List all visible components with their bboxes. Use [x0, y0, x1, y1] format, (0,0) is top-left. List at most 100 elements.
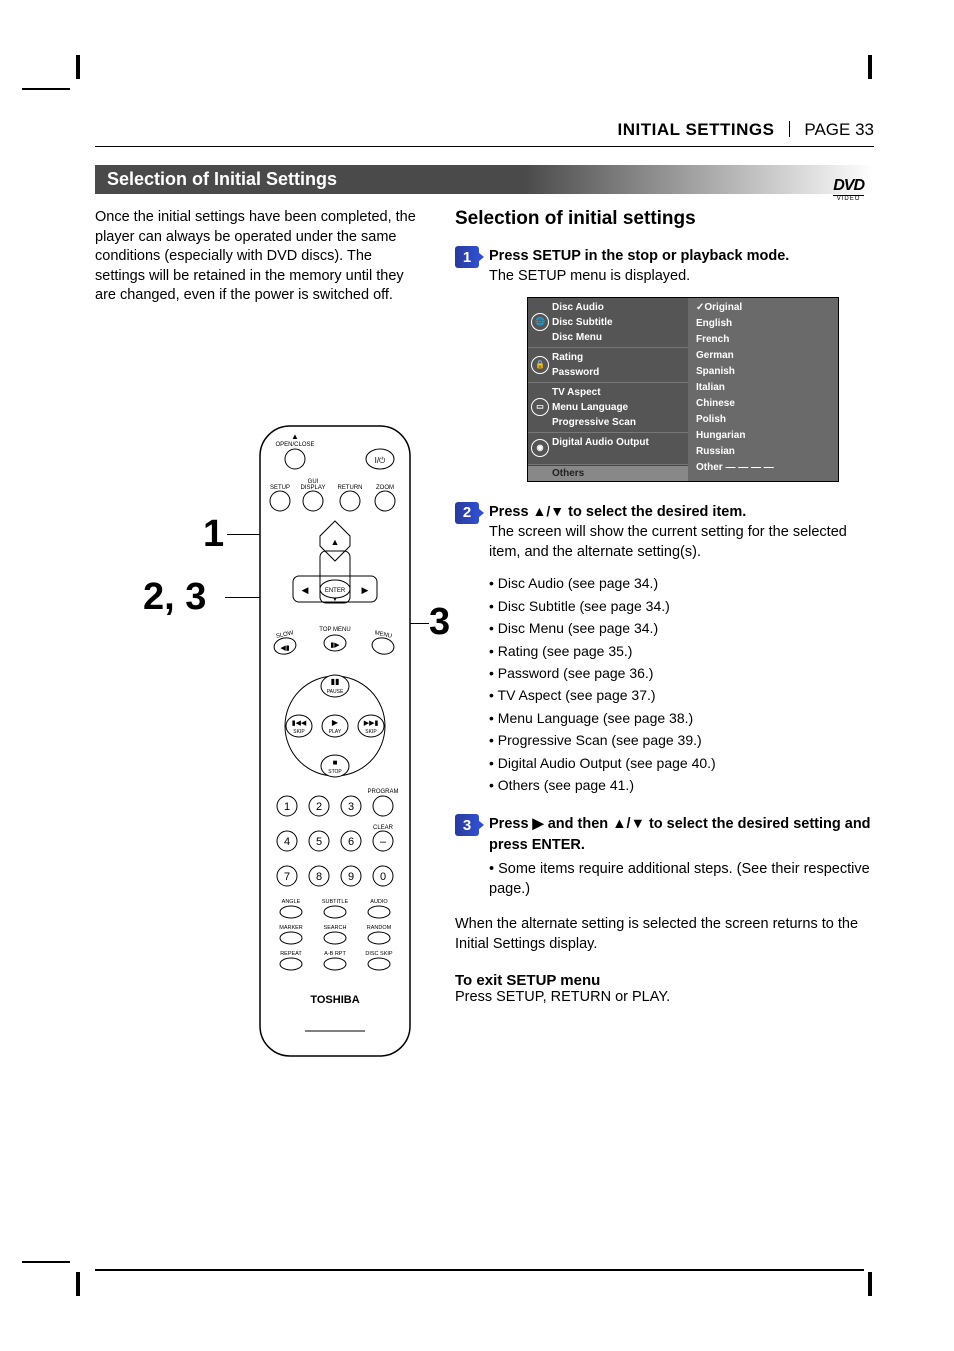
menu-option: ✓Original — [696, 300, 838, 316]
svg-text:–: – — [380, 836, 387, 848]
menu-option: English — [696, 316, 838, 332]
menu-option: Spanish — [696, 364, 838, 380]
crop-mark — [76, 55, 80, 79]
list-item: Password (see page 36.) — [489, 662, 874, 684]
svg-text:ZOOM: ZOOM — [376, 485, 394, 491]
menu-option: Other — — — — — [696, 460, 838, 476]
menu-option: German — [696, 348, 838, 364]
tv-icon: ▭ — [531, 398, 549, 416]
menu-item: Digital Audio Output — [552, 435, 688, 450]
svg-text:I/⏻: I/⏻ — [375, 456, 386, 465]
list-item: Progressive Scan (see page 39.) — [489, 729, 874, 751]
setup-menu-left-column: 🌐 Disc Audio Disc Subtitle Disc Menu 🔒 R… — [528, 298, 688, 481]
step-badge-2: 2 — [455, 502, 479, 524]
svg-text:▶▶▮: ▶▶▮ — [364, 720, 379, 727]
disc-icon: ◉ — [531, 439, 549, 457]
list-item: TV Aspect (see page 37.) — [489, 684, 874, 706]
crop-mark — [868, 1272, 872, 1296]
menu-option: Italian — [696, 380, 838, 396]
crop-mark — [76, 1272, 80, 1296]
svg-text:PAUSE: PAUSE — [327, 689, 344, 695]
svg-text:1: 1 — [284, 801, 290, 813]
step-2-headline-post: to select the desired item. — [564, 504, 746, 520]
list-item: Disc Audio (see page 34.) — [489, 572, 874, 594]
globe-icon: 🌐 — [531, 313, 549, 331]
menu-item: Progressive Scan — [552, 415, 688, 430]
menu-option: Russian — [696, 444, 838, 460]
dvd-video-logo: DVD VIDEO — [833, 178, 864, 202]
remote-control-figure: 1 2, 3 3 OPEN/CLOSE ▲ I/⏻ SETU — [95, 421, 425, 1061]
menu-item: TV Aspect — [552, 385, 688, 400]
svg-text:RANDOM: RANDOM — [367, 925, 392, 931]
remote-brand: TOSHIBA — [310, 994, 359, 1006]
menu-item: Rating — [552, 350, 688, 365]
svg-text:3: 3 — [348, 801, 354, 813]
header-page-number: PAGE 33 — [804, 120, 874, 139]
up-down-arrow-icon: ▲/▼ — [533, 503, 565, 519]
svg-text:SETUP: SETUP — [270, 485, 290, 491]
list-item: Digital Audio Output (see page 40.) — [489, 752, 874, 774]
footer-rule — [95, 1269, 864, 1271]
step-2-body: The screen will show the current setting… — [489, 524, 847, 560]
page-header: INITIAL SETTINGS PAGE 33 — [95, 120, 874, 147]
svg-text:ANGLE: ANGLE — [282, 899, 301, 905]
menu-option: Polish — [696, 412, 838, 428]
svg-text:▲: ▲ — [331, 537, 340, 547]
svg-text:STOP: STOP — [328, 769, 342, 775]
svg-text:SKIP: SKIP — [365, 729, 377, 735]
callout-2-3: 2, 3 — [143, 576, 206, 619]
remote-control-diagram: OPEN/CLOSE ▲ I/⏻ SETUP GUI DISPLAY RETUR… — [255, 421, 415, 1061]
svg-text:DISC SKIP: DISC SKIP — [365, 951, 393, 957]
svg-text:8: 8 — [316, 871, 322, 883]
step-2-headline-pre: Press — [489, 504, 533, 520]
step-2-bullet-list: Disc Audio (see page 34.) Disc Subtitle … — [489, 572, 874, 796]
step-3: 3 Press ▶ and then ▲/▼ to select the des… — [455, 814, 874, 899]
header-divider — [789, 121, 790, 137]
crop-mark — [22, 88, 70, 90]
svg-text:PROGRAM: PROGRAM — [367, 789, 398, 795]
svg-text:REPEAT: REPEAT — [280, 951, 302, 957]
list-item: Disc Menu (see page 34.) — [489, 617, 874, 639]
svg-text:◀▮: ◀▮ — [280, 645, 289, 652]
closing-paragraph: When the alternate setting is selected t… — [455, 914, 874, 955]
svg-text:9: 9 — [348, 871, 354, 883]
exit-heading: To exit SETUP menu — [455, 972, 874, 989]
menu-option: Chinese — [696, 396, 838, 412]
label-open-close: OPEN/CLOSE — [275, 442, 314, 448]
svg-text:SEARCH: SEARCH — [324, 925, 347, 931]
step-1: 1 Press SETUP in the stop or playback mo… — [455, 246, 874, 287]
dvd-logo-bottom: VIDEO — [833, 196, 864, 202]
svg-text:▮▶: ▮▶ — [330, 642, 340, 649]
svg-text:MARKER: MARKER — [279, 925, 303, 931]
menu-item: Disc Subtitle — [552, 315, 688, 330]
svg-text:DISPLAY: DISPLAY — [301, 485, 326, 491]
menu-option: French — [696, 332, 838, 348]
dvd-logo-top: DVD — [833, 178, 864, 196]
setup-menu-screenshot: 🌐 Disc Audio Disc Subtitle Disc Menu 🔒 R… — [527, 297, 839, 482]
manual-page: INITIAL SETTINGS PAGE 33 Selection of In… — [0, 0, 954, 1351]
list-item: Disc Subtitle (see page 34.) — [489, 595, 874, 617]
step-3-bullet: Some items require additional steps. (Se… — [489, 861, 870, 897]
sub-heading: Selection of initial settings — [455, 208, 874, 230]
menu-item: Disc Menu — [552, 330, 688, 345]
step-1-body: The SETUP menu is displayed. — [489, 268, 690, 284]
crop-mark — [868, 55, 872, 79]
menu-item: Menu Language — [552, 400, 688, 415]
list-item: Menu Language (see page 38.) — [489, 707, 874, 729]
setup-menu-right-column: ✓Original English French German Spanish … — [688, 298, 838, 481]
callout-1: 1 — [203, 513, 224, 556]
svg-text:SKIP: SKIP — [293, 729, 305, 735]
svg-text:PLAY: PLAY — [329, 729, 342, 735]
svg-text:RETURN: RETURN — [338, 485, 363, 491]
svg-text:■: ■ — [333, 758, 338, 767]
menu-item: Disc Audio — [552, 300, 688, 315]
up-down-arrow-icon: ▲/▼ — [612, 816, 645, 832]
svg-text:5: 5 — [316, 836, 322, 848]
svg-text:▮▮: ▮▮ — [331, 677, 340, 686]
menu-option: Hungarian — [696, 428, 838, 444]
step-badge-1: 1 — [455, 246, 479, 268]
svg-text:0: 0 — [380, 871, 386, 883]
svg-text:A-B RPT: A-B RPT — [324, 951, 346, 957]
svg-text:AUDIO: AUDIO — [370, 899, 388, 905]
svg-text:▮◀◀: ▮◀◀ — [292, 720, 307, 727]
